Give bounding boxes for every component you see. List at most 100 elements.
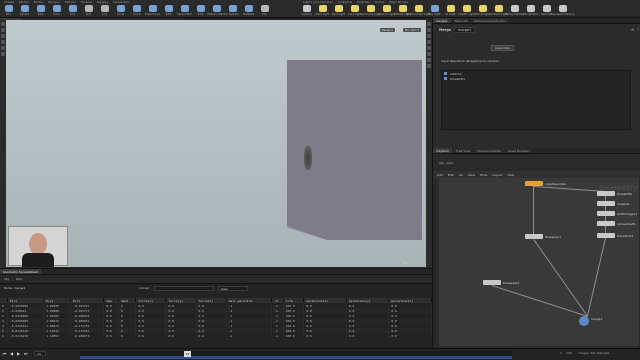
wireframe-icon[interactable] bbox=[427, 40, 431, 44]
select-tool-icon[interactable] bbox=[1, 22, 5, 26]
shading-icon[interactable] bbox=[427, 34, 431, 38]
node-convertself1[interactable] bbox=[597, 221, 615, 226]
help-icon[interactable]: ? bbox=[637, 28, 639, 32]
move-tool-icon[interactable] bbox=[1, 28, 5, 32]
menu-layout[interactable]: Layout bbox=[492, 173, 502, 177]
node-addfromgeo1[interactable] bbox=[597, 211, 615, 216]
path-zoro[interactable]: zoro bbox=[16, 277, 22, 281]
scale-tool-icon[interactable] bbox=[1, 40, 5, 44]
node-wire bbox=[491, 285, 588, 317]
assemble-button[interactable]: Assemble bbox=[491, 45, 514, 51]
jump-start-icon[interactable]: ⏮ bbox=[2, 351, 7, 357]
tool-point-light[interactable]: Point Light bbox=[316, 4, 329, 18]
tool-tube[interactable]: Tube bbox=[34, 4, 47, 18]
node-unpack1[interactable] bbox=[597, 201, 615, 206]
input-operator-row[interactable]: timeshift1 bbox=[442, 76, 630, 81]
tool-file[interactable]: File bbox=[258, 4, 271, 18]
presenter-face bbox=[29, 233, 47, 255]
network-canvas[interactable]: Geometry copytopoints1 timeshift1 unpack1 a… bbox=[439, 178, 639, 346]
snap-icon[interactable] bbox=[427, 64, 431, 68]
path-obj[interactable]: obj bbox=[439, 161, 444, 165]
node-timewarp1[interactable] bbox=[525, 234, 543, 239]
tool-sky-light[interactable]: Sky Light bbox=[428, 4, 441, 18]
timeline-track[interactable]: 24 bbox=[80, 351, 512, 359]
step-back-icon[interactable]: ◀ bbox=[9, 351, 14, 357]
menu-go[interactable]: Go bbox=[459, 173, 463, 177]
group-field[interactable] bbox=[153, 285, 214, 291]
path-obj[interactable]: obj bbox=[4, 277, 9, 281]
tool-gamepad-camera[interactable]: Gamepad Camera bbox=[551, 4, 574, 18]
tool-vr-camera[interactable]: VR Camera bbox=[523, 4, 538, 18]
node-timewarp2[interactable] bbox=[483, 280, 501, 285]
play-icon[interactable]: ▶ bbox=[16, 351, 21, 357]
tool-path[interactable]: Path bbox=[162, 4, 175, 18]
tool-torus[interactable]: Torus bbox=[50, 4, 63, 18]
pose-tool-icon[interactable] bbox=[1, 52, 5, 56]
lighting-icon[interactable] bbox=[427, 28, 431, 32]
tab-material-palette[interactable]: Material Palette bbox=[474, 148, 504, 153]
current-frame-field[interactable]: 24 bbox=[34, 351, 46, 356]
tool-metaball[interactable]: Metaball bbox=[242, 4, 255, 18]
checkbox[interactable] bbox=[444, 77, 447, 80]
timeline-cursor[interactable]: 24 bbox=[184, 351, 191, 357]
geometry-spreadsheet: Geometry Spreadsheet obj › zoro Node: me… bbox=[0, 268, 432, 348]
tool-stereo-camera[interactable]: Stereo Camera bbox=[505, 4, 524, 18]
menu-view[interactable]: View bbox=[468, 173, 475, 177]
end-frame[interactable]: 240 bbox=[566, 351, 572, 355]
tool-portal-light[interactable]: Portal Light bbox=[475, 4, 490, 18]
tab-tree-view[interactable]: Tree View bbox=[453, 148, 474, 153]
normals-icon[interactable] bbox=[427, 52, 431, 56]
node-label: unpack1 bbox=[617, 202, 630, 206]
tool-circle[interactable]: Circle bbox=[114, 4, 127, 18]
camera-menu[interactable]: No cam ▾ bbox=[403, 28, 421, 32]
tab-take-list[interactable]: Take List bbox=[451, 18, 471, 23]
menu-tools[interactable]: Tools bbox=[480, 173, 487, 177]
tab-asset-browser[interactable]: Asset Browser bbox=[504, 148, 533, 153]
menu-add[interactable]: Add bbox=[437, 173, 443, 177]
start-frame[interactable]: 1 bbox=[560, 351, 562, 355]
tool-box[interactable]: Box bbox=[2, 4, 15, 18]
tab-obj-zoro[interactable]: /obj/zoro bbox=[433, 148, 453, 153]
node-merge1[interactable] bbox=[579, 316, 589, 326]
tool-volume-light[interactable]: Volume Light bbox=[378, 4, 395, 18]
view-dropdown[interactable]: View bbox=[217, 285, 248, 291]
tool-gi-light[interactable]: GI Light bbox=[444, 4, 457, 18]
tool-platonic-solids[interactable]: Platonic Solids bbox=[207, 4, 226, 18]
points-icon[interactable] bbox=[427, 46, 431, 50]
tab-geometry-spreadsheet[interactable]: Geometry Spreadsheet bbox=[0, 269, 41, 274]
tool-camera[interactable]: Camera bbox=[300, 4, 313, 18]
node-copytopoints1[interactable] bbox=[525, 181, 543, 186]
tool-area-light[interactable]: Area Light bbox=[348, 4, 361, 18]
tool-grid[interactable]: Grid bbox=[66, 4, 79, 18]
gear-icon[interactable]: ⚙ bbox=[631, 28, 634, 32]
tool-caustic-light[interactable]: Caustic Light bbox=[458, 4, 475, 18]
tool-spot-light[interactable]: Spot Light bbox=[332, 4, 345, 18]
menu-edit[interactable]: Edit bbox=[448, 173, 454, 177]
tool-font[interactable]: Font bbox=[194, 4, 207, 18]
jump-end-icon[interactable]: ⏭ bbox=[23, 351, 28, 357]
tool-ambient-light[interactable]: Ambient Light bbox=[489, 4, 508, 18]
handle-tool-icon[interactable] bbox=[1, 46, 5, 50]
rotate-tool-icon[interactable] bbox=[1, 34, 5, 38]
tool-l-system[interactable]: L-System bbox=[226, 4, 239, 18]
tool-environment-light[interactable]: Environment Light bbox=[407, 4, 430, 18]
tool-spray-paint[interactable]: Spray Paint bbox=[177, 4, 192, 18]
menu-help[interactable]: Help bbox=[508, 173, 515, 177]
node-timeshift1[interactable] bbox=[597, 191, 615, 196]
tool-line[interactable]: Line bbox=[98, 4, 111, 18]
tab-merge1[interactable]: merge1 bbox=[433, 18, 451, 23]
node-name-field[interactable]: merge1 bbox=[454, 26, 476, 33]
tool-draw-curve[interactable]: Draw Curve bbox=[145, 4, 160, 18]
tab-performance-monitor[interactable]: Performance Monitor bbox=[471, 18, 509, 23]
tool-null[interactable]: Null bbox=[82, 4, 95, 18]
tool-geometry-light[interactable]: Geometry Light bbox=[360, 4, 381, 18]
grid-icon[interactable] bbox=[427, 58, 431, 62]
node-transform1[interactable] bbox=[597, 233, 615, 238]
checkbox[interactable] bbox=[444, 72, 447, 75]
table-row[interactable]: 6 -0.0116219 1.10053 -0.188973 0.0 0 0.0 0.0 0.0… bbox=[0, 333, 432, 338]
persp-menu[interactable]: Persp ▾ bbox=[380, 28, 395, 32]
display-options-icon[interactable] bbox=[427, 22, 431, 26]
tool-curve[interactable]: Curve bbox=[130, 4, 143, 18]
path-zoro[interactable]: zoro bbox=[447, 161, 453, 165]
tool-sphere[interactable]: Sphere bbox=[18, 4, 31, 18]
